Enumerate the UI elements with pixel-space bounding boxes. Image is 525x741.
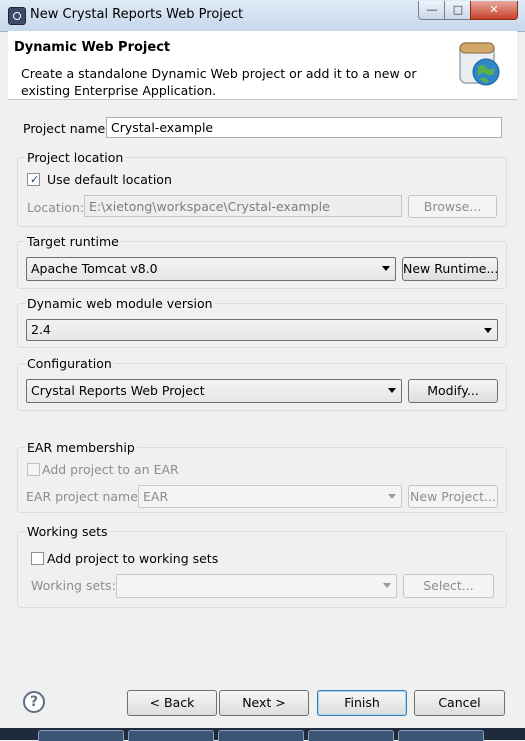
close-button[interactable]: ✕ [470,1,518,20]
taskbar-button[interactable] [218,730,304,741]
wizard-header: Dynamic Web Project Create a standalone … [8,31,517,100]
target-runtime-select[interactable]: Apache Tomcat v8.0 [26,257,396,281]
dropdown-arrow-icon [382,266,390,271]
finish-button[interactable]: Finish [317,690,407,716]
configuration-select[interactable]: Crystal Reports Web Project [26,379,402,403]
dropdown-arrow-icon [388,388,396,393]
add-to-ear-checkbox[interactable] [27,463,40,476]
window-title: New Crystal Reports Web Project [30,7,244,22]
eclipse-app-icon [8,7,26,25]
configuration-group-title: Configuration [25,356,114,371]
web-project-banner-icon [459,42,500,86]
location-label: Location: [27,200,85,215]
taskbar-button[interactable] [38,730,124,741]
window-titlebar: New Crystal Reports Web Project — □ ✕ [0,0,525,32]
add-to-working-sets-label: Add project to working sets [47,551,219,566]
use-default-location-label: Use default location [47,172,172,187]
ear-membership-group-title: EAR membership [25,440,137,455]
module-version-select[interactable]: 2.4 [26,319,498,341]
maximize-icon: □ [452,3,464,16]
dropdown-arrow-icon [484,328,492,333]
modify-button[interactable]: Modify... [408,379,498,403]
ear-project-name-label: EAR project name: [26,489,143,504]
cancel-button[interactable]: Cancel [414,690,505,716]
question-mark-icon[interactable]: ? [23,691,45,713]
new-runtime-button[interactable]: New Runtime... [402,257,498,281]
add-to-ear-label: Add project to an EAR [42,462,179,477]
close-icon: ✕ [489,3,499,16]
working-sets-label: Working sets: [31,578,116,593]
target-runtime-value: Apache Tomcat v8.0 [31,261,158,276]
new-project-button[interactable]: New Project... [408,485,498,508]
module-version-value: 2.4 [31,322,51,337]
wizard-title: Dynamic Web Project [14,40,171,55]
dropdown-arrow-icon [388,494,396,499]
use-default-location-checkbox[interactable]: ✓ [27,173,40,186]
browse-button[interactable]: Browse... [408,195,497,218]
maximize-button[interactable]: □ [444,1,472,20]
project-location-group-title: Project location [25,150,126,165]
taskbar-button[interactable] [308,730,394,741]
checkmark-icon: ✓ [30,173,40,186]
add-to-working-sets-checkbox[interactable] [31,552,44,565]
configuration-value: Crystal Reports Web Project [31,383,205,398]
project-name-input[interactable]: Crystal-example [106,117,502,138]
location-input[interactable]: E:\xietong\workspace\Crystal-example [84,195,402,217]
wizard-description: Create a standalone Dynamic Web project … [21,66,417,98]
ear-project-value: EAR [143,489,169,504]
minimize-button[interactable]: — [418,1,446,20]
module-version-group-title: Dynamic web module version [25,296,215,311]
taskbar-button[interactable] [398,730,484,741]
target-runtime-group-title: Target runtime [25,234,121,249]
project-name-label: Project name: [23,121,110,136]
select-working-sets-button[interactable]: Select... [403,574,494,598]
working-sets-group-title: Working sets [25,524,110,539]
taskbar [0,728,525,741]
back-button[interactable]: < Back [127,690,217,716]
minimize-icon: — [426,3,438,16]
ear-project-select[interactable]: EAR [138,485,402,508]
working-sets-select[interactable] [116,574,397,598]
next-button[interactable]: Next > [219,690,309,716]
dropdown-arrow-icon [383,583,391,588]
taskbar-button[interactable] [128,730,214,741]
